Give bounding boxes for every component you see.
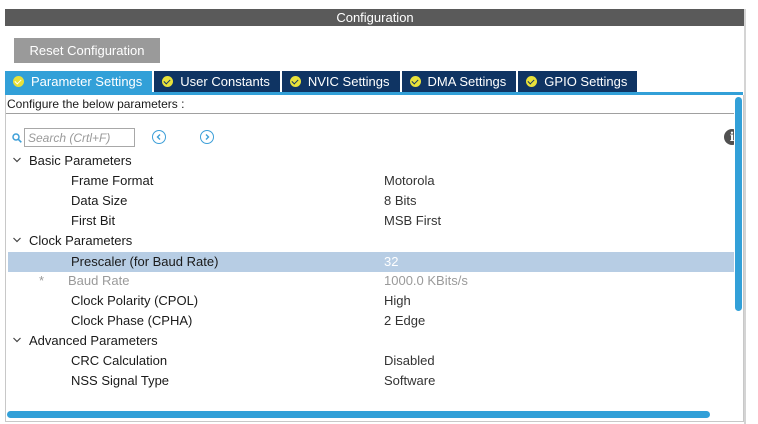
check-circle-icon bbox=[409, 76, 421, 87]
group-title: Advanced Parameters bbox=[29, 333, 158, 348]
tab-parameter-settings[interactable]: Parameter Settings bbox=[5, 71, 153, 92]
group-title: Basic Parameters bbox=[29, 153, 132, 168]
param-name: Prescaler (for Baud Rate) bbox=[71, 254, 219, 269]
divider bbox=[6, 113, 734, 114]
param-value[interactable]: High bbox=[384, 291, 411, 311]
tab-label: NVIC Settings bbox=[307, 74, 390, 89]
param-name: NSS Signal Type bbox=[71, 373, 170, 388]
tab-dma-settings[interactable]: DMA Settings bbox=[401, 71, 517, 92]
chevron-right-icon bbox=[205, 134, 210, 140]
window-title-bar: Configuration bbox=[5, 9, 745, 26]
search-icon bbox=[12, 133, 22, 143]
tab-label: Parameter Settings bbox=[31, 74, 143, 89]
chevron-down-icon bbox=[13, 157, 21, 163]
tab-nvic-settings[interactable]: NVIC Settings bbox=[281, 71, 400, 92]
horizontal-scrollbar[interactable] bbox=[7, 411, 710, 418]
param-row-readonly: * Baud Rate 1000.0 KBits/s bbox=[8, 271, 734, 291]
window-border bbox=[744, 9, 746, 424]
check-circle-icon bbox=[13, 76, 24, 87]
param-row[interactable]: NSS Signal Type Software bbox=[8, 371, 734, 391]
chevron-left-icon bbox=[156, 134, 161, 140]
derived-marker: * bbox=[39, 273, 45, 288]
param-row[interactable]: CRC Calculation Disabled bbox=[8, 351, 734, 371]
param-value[interactable]: 2 Edge bbox=[384, 311, 425, 331]
param-name: Clock Phase (CPHA) bbox=[71, 313, 193, 328]
param-row[interactable]: Frame Format Motorola bbox=[8, 171, 734, 191]
tab-label: DMA Settings bbox=[427, 74, 507, 89]
chevron-down-icon bbox=[13, 337, 21, 343]
param-row[interactable]: Clock Phase (CPHA) 2 Edge bbox=[8, 311, 734, 331]
param-row[interactable]: First Bit MSB First bbox=[8, 211, 734, 231]
check-circle-icon bbox=[526, 76, 538, 87]
group-title: Clock Parameters bbox=[29, 233, 133, 248]
param-value[interactable]: 8 Bits bbox=[384, 191, 417, 211]
param-value: 1000.0 KBits/s bbox=[384, 273, 468, 288]
parameter-panel: Configure the below parameters : i Basic… bbox=[5, 95, 744, 422]
param-row[interactable]: Clock Polarity (CPOL) High bbox=[8, 291, 734, 311]
search-input[interactable] bbox=[24, 128, 135, 147]
chevron-down-icon bbox=[13, 237, 21, 243]
reset-configuration-button[interactable]: Reset Configuration bbox=[14, 38, 160, 63]
param-name: Frame Format bbox=[71, 173, 154, 188]
window-title: Configuration bbox=[336, 10, 414, 25]
param-name: Clock Polarity (CPOL) bbox=[71, 293, 199, 308]
tab-label: User Constants bbox=[180, 74, 270, 89]
panel-description: Configure the below parameters : bbox=[7, 97, 185, 111]
param-row[interactable]: Data Size 8 Bits bbox=[8, 191, 734, 211]
tab-bar: Parameter Settings User Constants NVIC S… bbox=[5, 71, 639, 92]
vertical-scrollbar[interactable] bbox=[735, 97, 742, 311]
param-name: Data Size bbox=[71, 193, 128, 208]
param-value[interactable]: Disabled bbox=[384, 351, 435, 371]
param-name: First Bit bbox=[71, 213, 116, 228]
param-row-selected[interactable]: Prescaler (for Baud Rate) 32 bbox=[8, 252, 734, 272]
param-value[interactable]: Software bbox=[384, 371, 435, 391]
tab-label: GPIO Settings bbox=[544, 74, 628, 89]
check-circle-icon bbox=[289, 76, 301, 87]
param-name: CRC Calculation bbox=[71, 353, 168, 368]
param-value[interactable]: Motorola bbox=[384, 171, 435, 191]
param-value[interactable]: MSB First bbox=[384, 211, 441, 231]
param-value[interactable]: 32 bbox=[384, 252, 398, 272]
check-circle-icon bbox=[162, 76, 174, 87]
param-name: Baud Rate bbox=[68, 273, 130, 288]
search-next-button[interactable] bbox=[200, 130, 214, 144]
search-prev-button[interactable] bbox=[152, 130, 166, 144]
tab-user-constants[interactable]: User Constants bbox=[154, 71, 280, 92]
tab-gpio-settings[interactable]: GPIO Settings bbox=[518, 71, 638, 92]
